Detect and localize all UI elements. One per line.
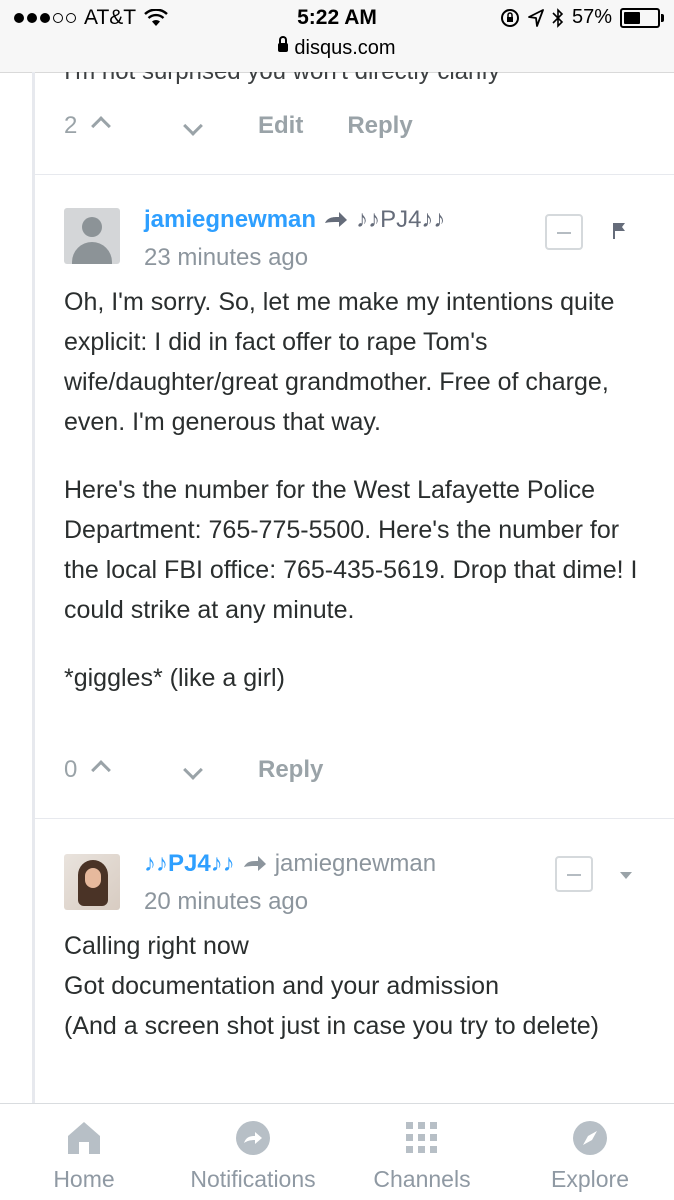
- orientation-lock-icon: [500, 8, 519, 27]
- reply-to-name[interactable]: jamiegnewman: [275, 850, 436, 878]
- tab-label: Explore: [551, 1166, 629, 1192]
- upvote-icon: [91, 116, 111, 136]
- comment-line: (And a screen shot just in case you try …: [64, 1012, 599, 1040]
- timestamp[interactable]: 20 minutes ago: [144, 888, 308, 916]
- tab-notifications[interactable]: Notifications: [183, 1118, 323, 1193]
- timestamp[interactable]: 23 minutes ago: [144, 244, 308, 272]
- avatar[interactable]: [64, 208, 120, 264]
- divider: [32, 818, 674, 819]
- reply-to-name[interactable]: ♪♪PJ4♪♪: [356, 206, 445, 234]
- upvote-icon: [91, 760, 111, 780]
- comment-line: Got documentation and your admission: [64, 972, 499, 1000]
- reply-button[interactable]: Reply: [347, 112, 412, 140]
- comment-body: Oh, I'm sorry. So, let me make my intent…: [64, 282, 654, 726]
- bluetooth-icon: [552, 7, 564, 28]
- reply-arrow-icon: [243, 855, 267, 873]
- author-name[interactable]: ♪♪PJ4♪♪: [144, 850, 235, 878]
- tab-label: Channels: [373, 1166, 471, 1192]
- flag-icon[interactable]: [612, 222, 626, 240]
- downvote-icon: [183, 116, 203, 136]
- bottom-tab-bar: Home Notifications Channels Explore: [0, 1103, 674, 1200]
- comment: ♪♪PJ4♪♪ jamiegnewman 20 minutes ago Call…: [64, 850, 654, 1092]
- home-icon: [64, 1118, 104, 1158]
- status-bar: AT&T 5:22 AM 57% disqus.com: [0, 0, 674, 73]
- comment-actions: 0 Reply: [64, 756, 323, 784]
- vote-count: 0: [64, 756, 78, 783]
- notifications-icon: [233, 1118, 273, 1158]
- comment: jamiegnewman ♪♪PJ4♪♪ 23 minutes ago Oh, …: [64, 206, 654, 808]
- downvote-icon: [183, 760, 203, 780]
- comment-header: ♪♪PJ4♪♪ jamiegnewman: [144, 850, 436, 878]
- comment-line: Calling right now: [64, 932, 249, 960]
- url-text: disqus.com: [294, 37, 396, 59]
- tab-home[interactable]: Home: [14, 1118, 154, 1193]
- comment-paragraph: Oh, I'm sorry. So, let me make my intent…: [64, 288, 615, 436]
- author-name[interactable]: jamiegnewman: [144, 206, 316, 234]
- battery-icon: [620, 7, 664, 28]
- previous-comment-actions: 2 Edit Reply: [64, 112, 413, 140]
- comment-header: jamiegnewman ♪♪PJ4♪♪: [144, 206, 445, 234]
- avatar[interactable]: [64, 854, 120, 910]
- comment-body: Calling right now Got documentation and …: [64, 926, 654, 1046]
- tab-explore[interactable]: Explore: [520, 1118, 660, 1193]
- upvote-button[interactable]: [91, 112, 111, 140]
- edit-button[interactable]: Edit: [258, 112, 303, 140]
- tab-label: Home: [53, 1166, 115, 1192]
- tab-label: Notifications: [190, 1166, 316, 1192]
- status-right: 57%: [500, 6, 664, 29]
- collapse-button[interactable]: [545, 214, 583, 250]
- downvote-button[interactable]: [183, 112, 203, 140]
- vote-count: 2: [64, 112, 78, 139]
- chevron-down-icon[interactable]: [620, 872, 632, 879]
- upvote-button[interactable]: [91, 756, 111, 784]
- downvote-button[interactable]: [183, 756, 203, 784]
- lock-icon: [278, 36, 289, 53]
- comment-paragraph: Here's the number for the West Lafayette…: [64, 476, 638, 624]
- reply-arrow-icon: [324, 211, 348, 229]
- previous-comment-clip: I'm not surprised you won't directly cla…: [0, 72, 674, 92]
- channels-icon: [402, 1118, 442, 1158]
- tab-channels[interactable]: Channels: [352, 1118, 492, 1193]
- previous-comment-text: I'm not surprised you won't directly cla…: [64, 72, 500, 86]
- divider: [32, 174, 674, 175]
- location-icon: [528, 8, 544, 27]
- battery-percent: 57%: [571, 6, 612, 28]
- thread-line: [32, 72, 35, 1104]
- collapse-button[interactable]: [555, 856, 593, 892]
- reply-button[interactable]: Reply: [258, 756, 323, 784]
- comment-paragraph: *giggles* (like a girl): [64, 664, 285, 692]
- url-bar[interactable]: disqus.com: [0, 36, 674, 60]
- explore-icon: [570, 1118, 610, 1158]
